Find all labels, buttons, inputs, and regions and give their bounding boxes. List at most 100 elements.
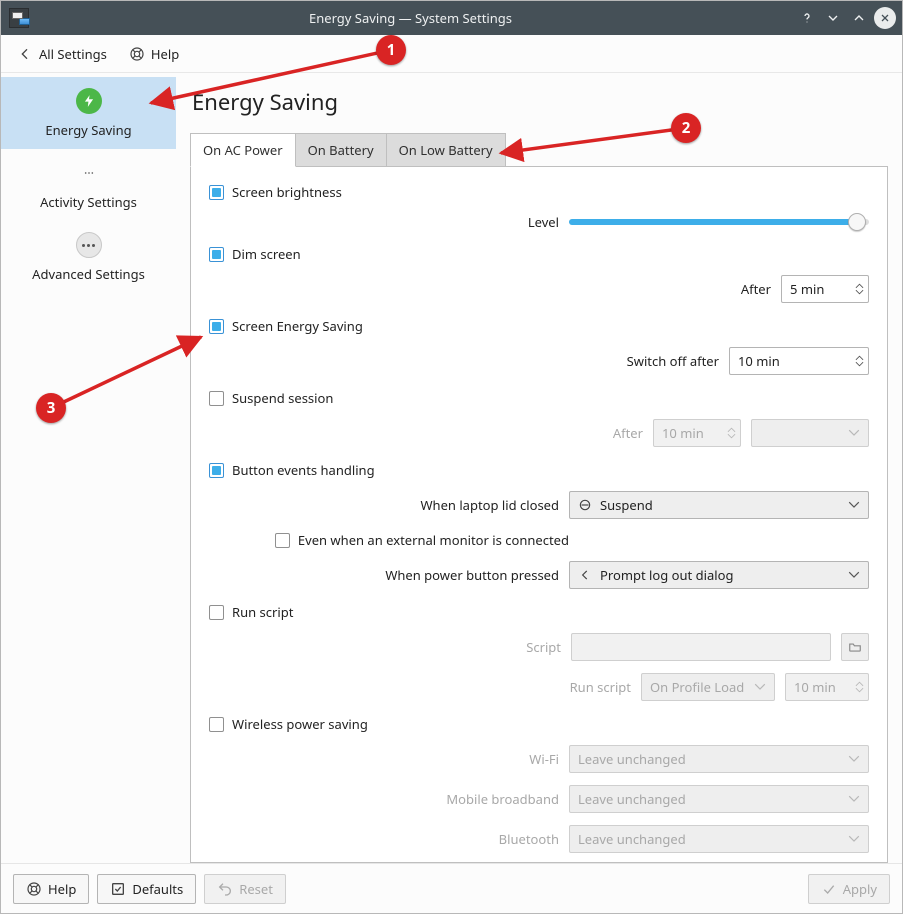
body: Energy Saving Activity Settings Advanced… xyxy=(1,73,902,863)
spin-value: 5 min xyxy=(790,280,849,298)
option-label: Dim screen xyxy=(232,245,301,263)
maximize-icon[interactable] xyxy=(848,7,870,29)
close-icon[interactable] xyxy=(874,7,896,29)
option-button-events: Button events handling When laptop lid c… xyxy=(209,461,869,589)
suspend-session-checkbox[interactable] xyxy=(209,391,224,406)
spin-value: 10 min xyxy=(794,678,849,696)
tab-label: On Battery xyxy=(308,141,374,159)
switch-off-spinbox[interactable]: 10 min xyxy=(729,347,869,375)
chevron-down-icon xyxy=(848,429,860,436)
sidebar: Energy Saving Activity Settings Advanced… xyxy=(1,73,176,863)
sidebar-item-label: Activity Settings xyxy=(40,193,137,211)
run-script-checkbox[interactable] xyxy=(209,605,224,620)
chevron-down-icon xyxy=(848,755,860,762)
combo-value: Leave unchanged xyxy=(578,790,840,808)
tab-low-battery[interactable]: On Low Battery xyxy=(386,133,506,167)
sidebar-item-energy-saving[interactable]: Energy Saving xyxy=(1,77,176,149)
dim-after-spinbox[interactable]: 5 min xyxy=(781,275,869,303)
bluetooth-label: Bluetooth xyxy=(499,830,559,848)
titlebar: Energy Saving — System Settings xyxy=(1,1,902,35)
help-button[interactable]: Help xyxy=(125,41,183,67)
combo-value: Suspend xyxy=(600,496,840,514)
combo-value: Prompt log out dialog xyxy=(600,566,840,584)
logout-icon xyxy=(578,568,592,582)
tab-on-battery[interactable]: On Battery xyxy=(295,133,387,167)
lifebuoy-icon xyxy=(129,46,145,62)
help-icon[interactable] xyxy=(796,7,818,29)
sidebar-item-activity-settings[interactable]: Activity Settings xyxy=(1,149,176,221)
button-label: Defaults xyxy=(132,880,183,898)
settings-panel: Screen brightness Level xyxy=(190,166,888,863)
external-monitor-checkbox[interactable] xyxy=(275,533,290,548)
undo-icon xyxy=(217,881,233,897)
mobile-label: Mobile broadband xyxy=(446,790,559,808)
suspend-after-label: After xyxy=(613,424,643,442)
combo-value: On Profile Load xyxy=(650,678,746,696)
run-script-label: Run script xyxy=(570,678,631,696)
chevron-down-icon xyxy=(848,795,860,802)
help-label: Help xyxy=(151,45,179,63)
screen-brightness-checkbox[interactable] xyxy=(209,185,224,200)
main: Energy Saving On AC Power On Battery On … xyxy=(176,73,902,863)
option-screen-energy-saving: Screen Energy Saving Switch off after 10… xyxy=(209,317,869,375)
tab-label: On AC Power xyxy=(203,141,283,159)
footer: Help Defaults Reset Apply xyxy=(1,863,902,913)
stepper-arrows-icon xyxy=(855,283,864,295)
lid-action-combo[interactable]: Suspend xyxy=(569,491,869,519)
activities-icon xyxy=(75,159,103,187)
app-icon xyxy=(9,8,29,28)
dim-screen-checkbox[interactable] xyxy=(209,247,224,262)
sidebar-item-advanced-settings[interactable]: Advanced Settings xyxy=(1,221,176,293)
footer-apply-button: Apply xyxy=(808,874,890,904)
stepper-arrows-icon xyxy=(855,681,864,693)
minimize-icon[interactable] xyxy=(822,7,844,29)
option-screen-brightness: Screen brightness Level xyxy=(209,183,869,231)
lifebuoy-icon xyxy=(26,881,42,897)
option-label: Run script xyxy=(232,603,293,621)
footer-defaults-button[interactable]: Defaults xyxy=(97,874,196,904)
suspend-action-combo xyxy=(751,419,869,447)
combo-value: Leave unchanged xyxy=(578,750,840,768)
window-title: Energy Saving — System Settings xyxy=(29,9,792,27)
button-events-checkbox[interactable] xyxy=(209,463,224,478)
option-label: Screen Energy Saving xyxy=(232,317,363,335)
button-label: Reset xyxy=(239,880,273,898)
button-label: Help xyxy=(48,880,76,898)
chevron-down-icon xyxy=(848,501,860,508)
suspend-icon xyxy=(578,498,592,512)
option-label: Wireless power saving xyxy=(232,715,368,733)
tab-label: On Low Battery xyxy=(399,141,493,159)
run-script-when-combo: On Profile Load xyxy=(641,673,775,701)
footer-help-button[interactable]: Help xyxy=(13,874,89,904)
more-icon xyxy=(76,232,102,258)
power-button-label: When power button pressed xyxy=(385,566,559,584)
screen-energy-saving-checkbox[interactable] xyxy=(209,319,224,334)
power-button-combo[interactable]: Prompt log out dialog xyxy=(569,561,869,589)
option-wireless-power-saving: Wireless power saving Wi-Fi Leave unchan… xyxy=(209,715,869,853)
stepper-arrows-icon xyxy=(727,427,736,439)
chevron-down-icon xyxy=(848,571,860,578)
check-icon xyxy=(821,881,837,897)
tab-ac-power[interactable]: On AC Power xyxy=(190,133,296,167)
tabbar: On AC Power On Battery On Low Battery xyxy=(190,133,888,167)
back-all-settings-button[interactable]: All Settings xyxy=(13,41,111,67)
script-path-input xyxy=(571,633,831,661)
spin-value: 10 min xyxy=(662,424,721,442)
option-run-script: Run script Script Run script On Profile … xyxy=(209,603,869,701)
chevron-down-icon xyxy=(848,835,860,842)
button-label: Apply xyxy=(843,880,877,898)
external-monitor-label: Even when an external monitor is connect… xyxy=(298,531,569,549)
brightness-slider[interactable] xyxy=(569,213,869,231)
mobile-combo: Leave unchanged xyxy=(569,785,869,813)
switch-off-label: Switch off after xyxy=(627,352,719,370)
wireless-checkbox[interactable] xyxy=(209,717,224,732)
option-suspend-session: Suspend session After 10 min xyxy=(209,389,869,447)
window: Energy Saving — System Settings All Sett… xyxy=(0,0,903,914)
after-label: After xyxy=(741,280,771,298)
sidebar-item-label: Energy Saving xyxy=(45,121,131,139)
option-label: Suspend session xyxy=(232,389,333,407)
bolt-icon xyxy=(76,88,102,114)
lid-label: When laptop lid closed xyxy=(420,496,559,514)
option-label: Screen brightness xyxy=(232,183,342,201)
script-label: Script xyxy=(526,638,561,656)
